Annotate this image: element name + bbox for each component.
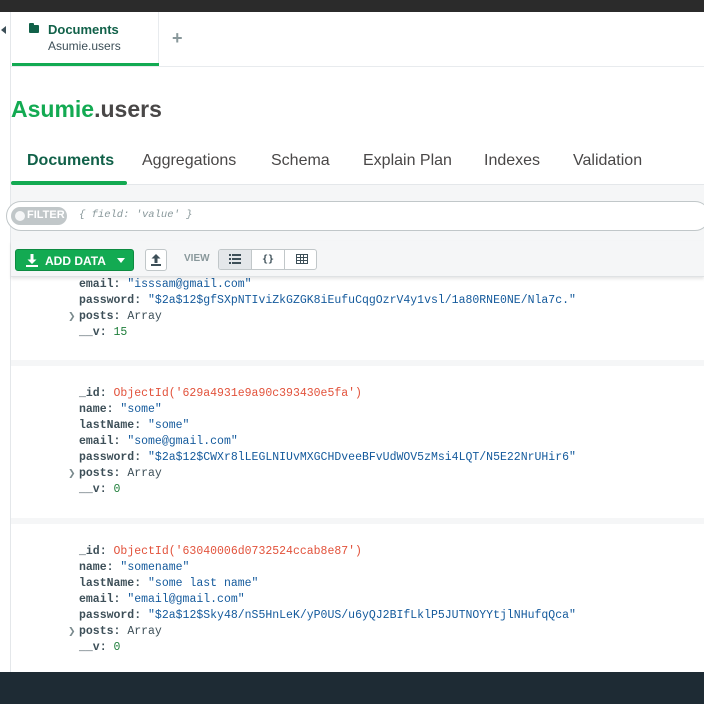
tab-explain-plan[interactable]: Explain Plan: [363, 152, 452, 170]
documents-list: email: "isssam@gmail.com" password: "$2a…: [11, 277, 704, 672]
field-row: posts: Array: [79, 625, 162, 638]
namespace-title: Asumie.users: [11, 96, 162, 123]
tab-aggregations[interactable]: Aggregations: [142, 152, 236, 170]
download-icon: [26, 254, 38, 267]
active-tab-indicator: [12, 63, 159, 66]
json-view-icon: {}: [261, 254, 275, 265]
collection-tabs: Documents Aggregations Schema Explain Pl…: [11, 140, 704, 185]
field-row: password: "$2a$12$Sky48/nS5HnLeK/yP0US/u…: [79, 609, 576, 622]
field-value: "some": [120, 403, 162, 416]
field-row: email: "email@gmail.com": [79, 593, 245, 606]
json-view-button[interactable]: {}: [252, 250, 285, 269]
list-view-button[interactable]: [219, 250, 252, 269]
field-value: ObjectId('629a4931e9a90c393430e5fa'): [113, 387, 362, 400]
tab-documents[interactable]: Documents: [27, 152, 114, 170]
field-row: __v: 0: [79, 483, 121, 496]
field-value: "some@gmail.com": [127, 435, 238, 448]
namespace-db: Asumie: [11, 96, 95, 122]
field-value: 0: [113, 641, 121, 654]
field-row: posts: Array: [79, 310, 162, 323]
field-row: password: "$2a$12$gfSXpNTIviZkGZGK8iEufu…: [79, 294, 576, 307]
workspace-tab-subtitle: Asumie.users: [48, 39, 121, 53]
add-data-label: ADD DATA: [45, 254, 106, 268]
table-view-button[interactable]: [285, 250, 316, 269]
list-view-icon: [229, 254, 241, 264]
expand-arrow-icon[interactable]: ❯: [68, 466, 76, 482]
field-value: Array: [127, 467, 162, 480]
field-value: "$2a$12$gfSXpNTIviZkGZGK8iEufuCqgOzrV4y1…: [148, 294, 576, 307]
status-bar: [0, 672, 704, 704]
tab-schema[interactable]: Schema: [271, 152, 330, 170]
field-row: name: "some": [79, 403, 162, 416]
field-value: Array: [127, 310, 162, 323]
field-row: __v: 0: [79, 641, 121, 654]
expand-arrow-icon[interactable]: ❯: [68, 309, 76, 325]
new-tab-plus-icon[interactable]: +: [172, 28, 183, 48]
field-row: email: "isssam@gmail.com": [79, 278, 252, 291]
field-value: "$2a$12$CWXr8lLEGLNIUvMXGCHDveeBFvUdWOV5…: [148, 451, 576, 464]
field-row: posts: Array: [79, 467, 162, 480]
field-value: Array: [127, 625, 162, 638]
view-toggle-group: {}: [218, 249, 317, 270]
field-value: "some last name": [148, 577, 259, 590]
field-row: name: "somename": [79, 561, 190, 574]
query-bar: FILTER { field: 'value' }: [6, 185, 704, 241]
filter-input[interactable]: FILTER { field: 'value' }: [6, 201, 704, 231]
field-value: "$2a$12$Sky48/nS5HnLeK/yP0US/u6yQJ2BIfLk…: [148, 609, 576, 622]
upload-icon: [151, 254, 161, 266]
tab-validation[interactable]: Validation: [573, 152, 642, 170]
field-value: 0: [113, 483, 121, 496]
field-row: _id: ObjectId('629a4931e9a90c393430e5fa'…: [79, 387, 362, 400]
field-value: "some": [148, 419, 190, 432]
field-row: password: "$2a$12$CWXr8lLEGLNIUvMXGCHDve…: [79, 451, 576, 464]
workspace-tab-documents[interactable]: Documents Asumie.users: [12, 12, 159, 66]
sidebar-collapsed[interactable]: [0, 12, 11, 672]
document-card[interactable]: email: "isssam@gmail.com" password: "$2a…: [11, 277, 704, 360]
field-row: lastName: "some": [79, 419, 190, 432]
field-row: email: "some@gmail.com": [79, 435, 238, 448]
filter-placeholder: { field: 'value' }: [79, 209, 193, 221]
table-view-icon: [295, 254, 308, 264]
export-button[interactable]: [145, 249, 167, 271]
document-card[interactable]: _id: ObjectId('63040006d0732524ccab8e87'…: [11, 524, 704, 672]
field-value: "somename": [120, 561, 190, 574]
window-top-strip: [0, 0, 704, 12]
field-value: 15: [113, 326, 128, 339]
tab-indexes[interactable]: Indexes: [484, 152, 540, 170]
namespace-collection: .users: [94, 96, 162, 122]
field-row: lastName: "some last name": [79, 577, 259, 590]
expand-arrow-icon[interactable]: ❯: [68, 624, 76, 640]
add-data-button[interactable]: ADD DATA: [15, 249, 134, 271]
collapse-arrow-icon[interactable]: [1, 26, 6, 34]
field-row: __v: 15: [79, 326, 128, 339]
filter-pill: FILTER: [11, 207, 67, 225]
field-row: _id: ObjectId('63040006d0732524ccab8e87'…: [79, 545, 362, 558]
filter-pill-label: FILTER: [27, 209, 65, 221]
folder-icon: [29, 23, 39, 33]
field-value: "isssam@gmail.com": [127, 278, 252, 291]
documents-toolbar: ADD DATA VIEW {}: [11, 241, 704, 277]
field-value: ObjectId('63040006d0732524ccab8e87'): [113, 545, 362, 558]
workspace-tab-title: Documents: [48, 22, 119, 37]
document-card[interactable]: _id: ObjectId('629a4931e9a90c393430e5fa'…: [11, 366, 704, 518]
info-icon: [15, 211, 25, 221]
field-value: "email@gmail.com": [127, 593, 245, 606]
chevron-down-icon: [117, 258, 125, 263]
view-label: VIEW: [184, 253, 210, 264]
